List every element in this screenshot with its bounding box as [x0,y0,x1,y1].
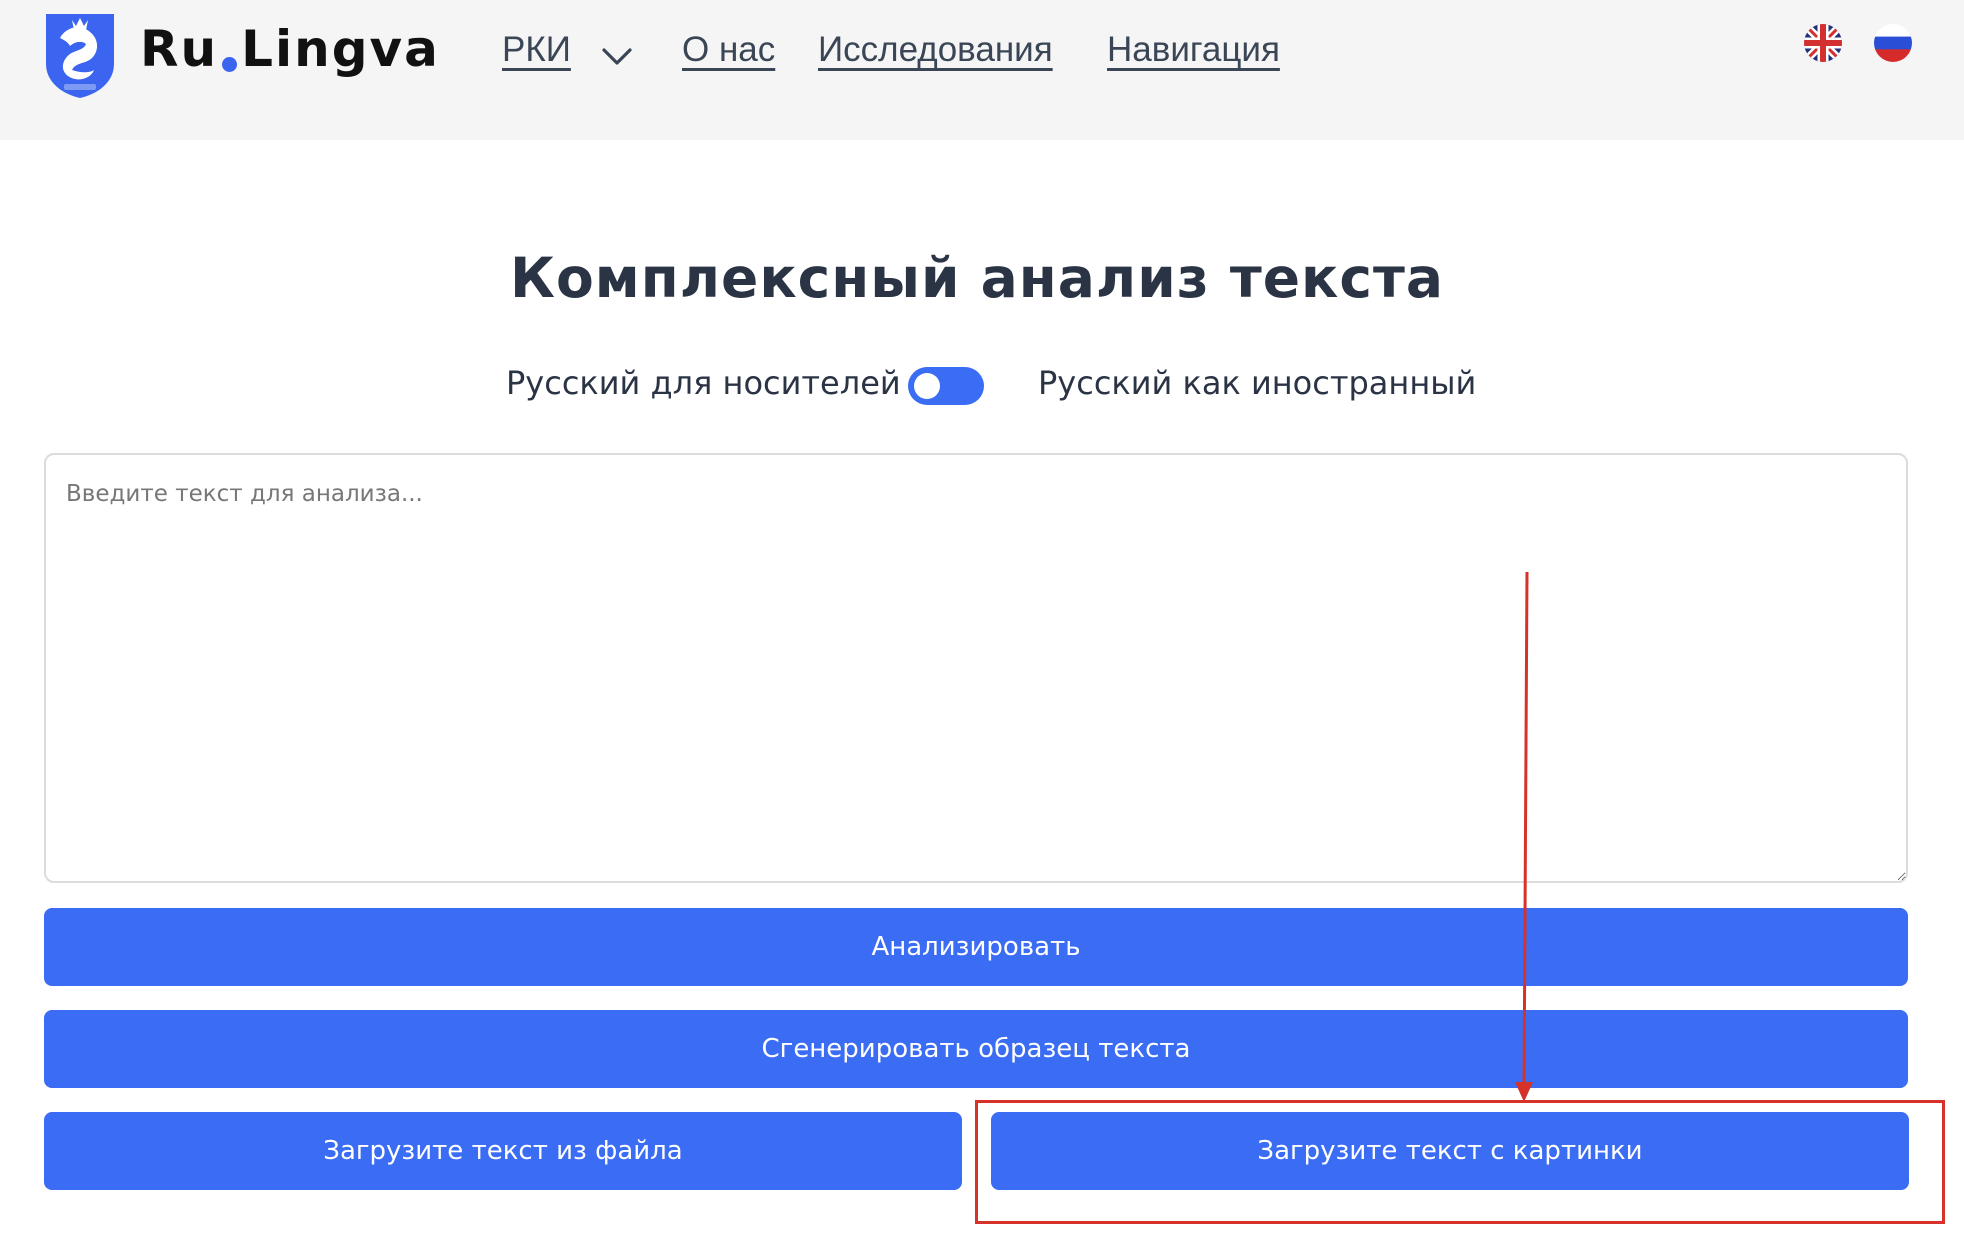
toggle-label-foreign: Русский как иностранный [1038,364,1477,402]
logo-text-left: Ru [140,20,219,78]
toggle-knob [914,373,940,399]
toggle-label-native: Русский для носителей [506,364,901,402]
logo-text-right: Lingva [241,20,440,78]
upload-file-button-label: Загрузите текст из файла [323,1136,683,1166]
nav-rki[interactable]: РКИ [502,30,571,70]
nav-about[interactable]: О нас [682,30,775,70]
analyze-button-label: Анализировать [871,932,1081,962]
nav-navigation[interactable]: Навигация [1107,30,1280,70]
generate-sample-button[interactable]: Сгенерировать образец текста [44,1010,1908,1088]
nav-research[interactable]: Исследования [818,30,1053,70]
page-title: Комплексный анализ текста [510,246,1444,310]
language-mode-toggle[interactable] [908,367,984,405]
site-logo[interactable]: Ru Lingva [140,20,440,78]
chevron-down-icon[interactable] [600,44,634,68]
annotation-highlight-box [975,1100,1945,1224]
russia-flag-icon[interactable] [1874,24,1912,62]
analyze-button[interactable]: Анализировать [44,908,1908,986]
text-input[interactable] [44,453,1908,883]
site-header: Ru Lingva РКИ О нас Исследования Навигаци… [0,0,1964,140]
dragon-shield-icon[interactable] [42,12,118,98]
annotation-arrow-icon [1515,571,1533,1102]
uk-flag-icon[interactable] [1804,24,1842,62]
generate-sample-button-label: Сгенерировать образец текста [761,1034,1191,1064]
upload-file-button[interactable]: Загрузите текст из файла [44,1112,962,1190]
logo-dot [222,57,238,72]
